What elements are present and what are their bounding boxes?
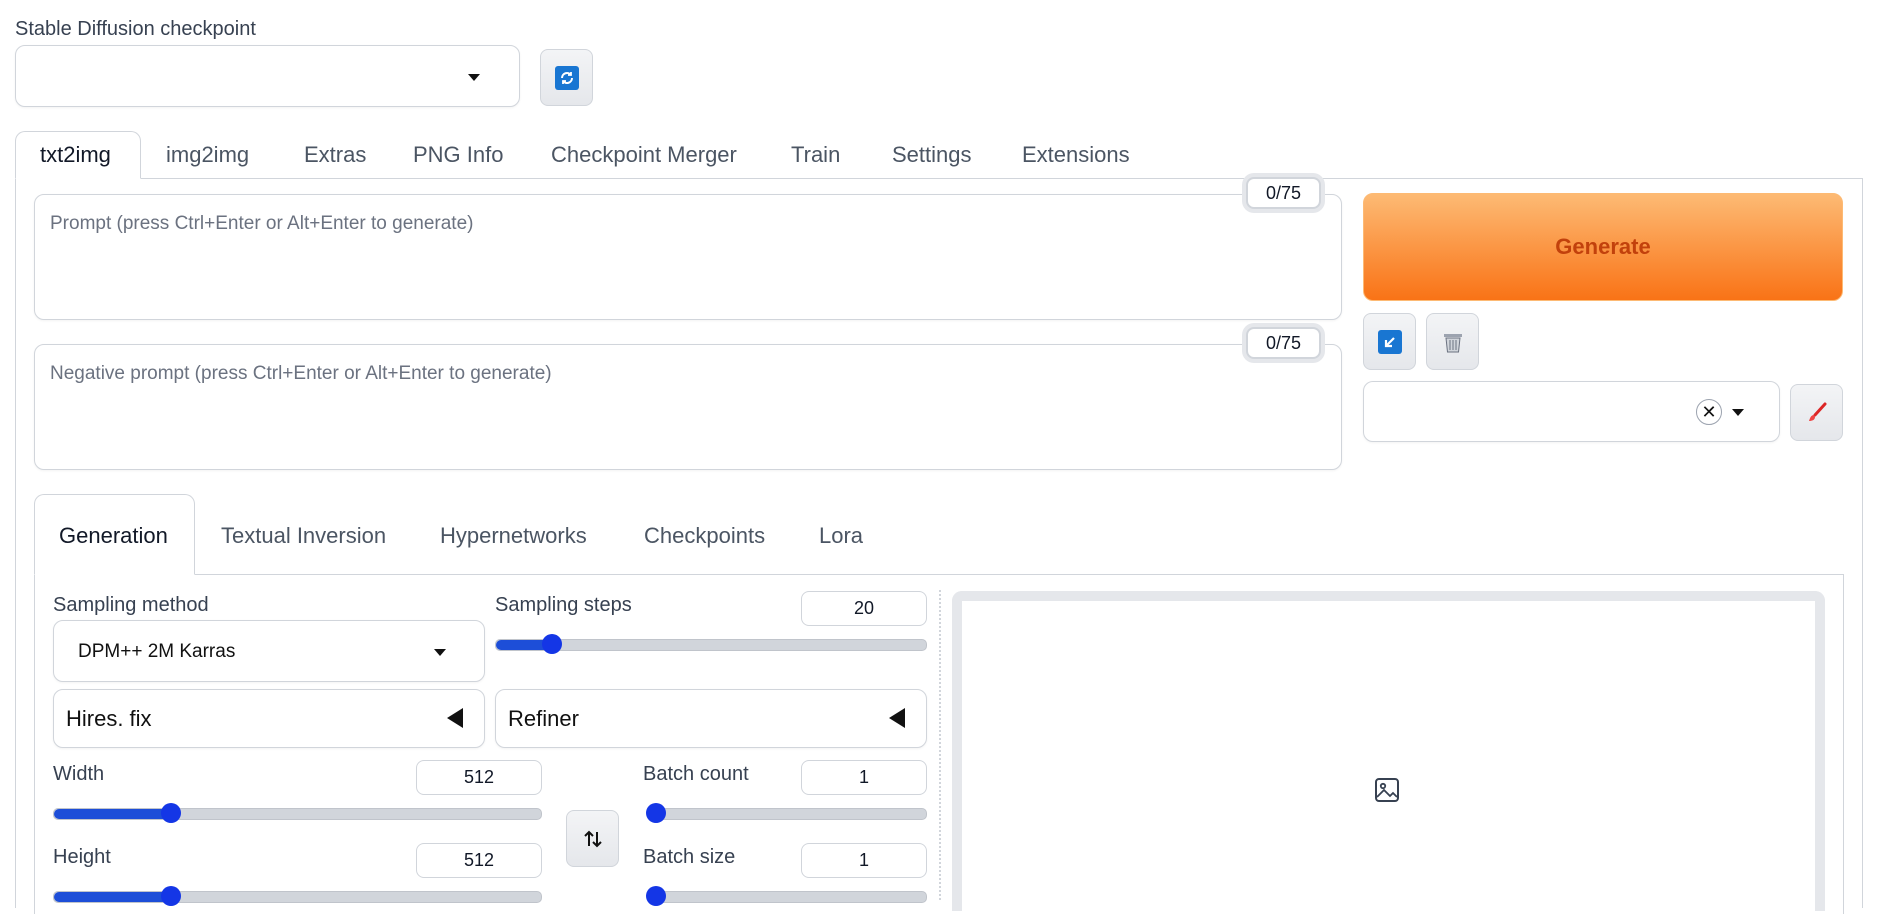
chevron-down-icon xyxy=(1732,409,1744,416)
prompt-token-counter: 0/75 xyxy=(1246,177,1321,209)
hires-fix-accordion[interactable]: Hires. fix xyxy=(53,689,485,748)
sampling-steps-slider[interactable] xyxy=(495,634,927,654)
tab-png-info[interactable]: PNG Info xyxy=(413,142,503,168)
prompt-input[interactable]: Prompt (press Ctrl+Enter or Alt+Enter to… xyxy=(34,194,1342,320)
tab-settings[interactable]: Settings xyxy=(892,142,972,168)
refresh-icon xyxy=(554,65,579,90)
slider-thumb[interactable] xyxy=(160,886,181,906)
sampling-steps-input[interactable]: 20 xyxy=(801,591,927,626)
paste-prompt-button[interactable] xyxy=(1363,313,1416,370)
negative-prompt-input[interactable]: Negative prompt (press Ctrl+Enter or Alt… xyxy=(34,344,1342,470)
chevron-down-icon xyxy=(434,649,446,656)
tab-img2img[interactable]: img2img xyxy=(166,142,249,168)
sampling-method-value: DPM++ 2M Karras xyxy=(78,641,236,662)
hires-fix-label: Hires. fix xyxy=(66,706,152,731)
trash-icon xyxy=(1443,333,1462,352)
height-label: Height xyxy=(53,846,111,868)
slider-thumb[interactable] xyxy=(646,886,666,906)
swap-vertical-icon xyxy=(583,830,602,847)
tab-extensions[interactable]: Extensions xyxy=(1022,142,1130,168)
close-circle-icon[interactable]: ✕ xyxy=(1696,399,1722,425)
slider-fill xyxy=(54,892,171,902)
width-input[interactable]: 512 xyxy=(416,760,542,795)
tab-txt2img[interactable]: txt2img xyxy=(40,142,111,168)
paintbrush-icon xyxy=(1808,402,1826,421)
tab-checkpoints[interactable]: Checkpoints xyxy=(644,523,765,549)
collapse-arrow-icon xyxy=(889,708,905,728)
prompt-placeholder: Prompt (press Ctrl+Enter or Alt+Enter to… xyxy=(50,213,474,234)
tab-textual-inversion[interactable]: Textual Inversion xyxy=(221,523,386,549)
sampling-method-dropdown[interactable]: DPM++ 2M Karras xyxy=(53,620,485,682)
checkpoint-dropdown[interactable] xyxy=(15,45,520,107)
batch-count-label: Batch count xyxy=(643,763,749,785)
batch-size-input[interactable]: 1 xyxy=(801,843,927,878)
height-slider[interactable] xyxy=(53,886,542,906)
swap-dimensions-button[interactable] xyxy=(566,810,619,867)
sampling-steps-label: Sampling steps xyxy=(495,594,632,616)
width-label: Width xyxy=(53,763,105,785)
edit-styles-button[interactable] xyxy=(1790,384,1843,441)
batch-count-slider[interactable] xyxy=(646,803,927,823)
height-input[interactable]: 512 xyxy=(416,843,542,878)
refiner-label: Refiner xyxy=(508,706,579,731)
collapse-arrow-icon xyxy=(447,708,463,728)
tab-train[interactable]: Train xyxy=(791,142,840,168)
refiner-accordion[interactable]: Refiner xyxy=(495,689,927,748)
tab-checkpoint-merger[interactable]: Checkpoint Merger xyxy=(551,142,737,168)
slider-fill xyxy=(54,809,171,819)
slider-thumb[interactable] xyxy=(541,634,562,654)
negative-prompt-token-counter: 0/75 xyxy=(1246,327,1321,359)
tab-hypernetworks[interactable]: Hypernetworks xyxy=(440,523,587,549)
refresh-checkpoint-button[interactable] xyxy=(540,49,593,106)
styles-dropdown[interactable]: ✕ xyxy=(1363,381,1780,442)
slider-thumb[interactable] xyxy=(646,803,666,823)
output-gallery xyxy=(952,591,1825,911)
negative-prompt-placeholder: Negative prompt (press Ctrl+Enter or Alt… xyxy=(50,363,552,384)
slider-thumb[interactable] xyxy=(160,803,181,823)
batch-count-input[interactable]: 1 xyxy=(801,760,927,795)
chevron-down-icon xyxy=(468,74,480,81)
batch-size-slider[interactable] xyxy=(646,886,927,906)
arrow-down-left-icon xyxy=(1377,329,1402,354)
column-divider xyxy=(939,590,941,900)
batch-size-label: Batch size xyxy=(643,846,736,868)
tab-generation[interactable]: Generation xyxy=(59,523,168,549)
tab-lora[interactable]: Lora xyxy=(819,523,863,549)
checkpoint-label: Stable Diffusion checkpoint xyxy=(15,18,256,40)
generate-button[interactable]: Generate xyxy=(1363,193,1843,301)
generate-label: Generate xyxy=(1555,234,1651,259)
tab-extras[interactable]: Extras xyxy=(304,142,366,168)
image-icon xyxy=(1375,778,1399,802)
clear-prompt-button[interactable] xyxy=(1426,313,1479,370)
sampling-method-label: Sampling method xyxy=(53,594,209,616)
width-slider[interactable] xyxy=(53,803,542,823)
